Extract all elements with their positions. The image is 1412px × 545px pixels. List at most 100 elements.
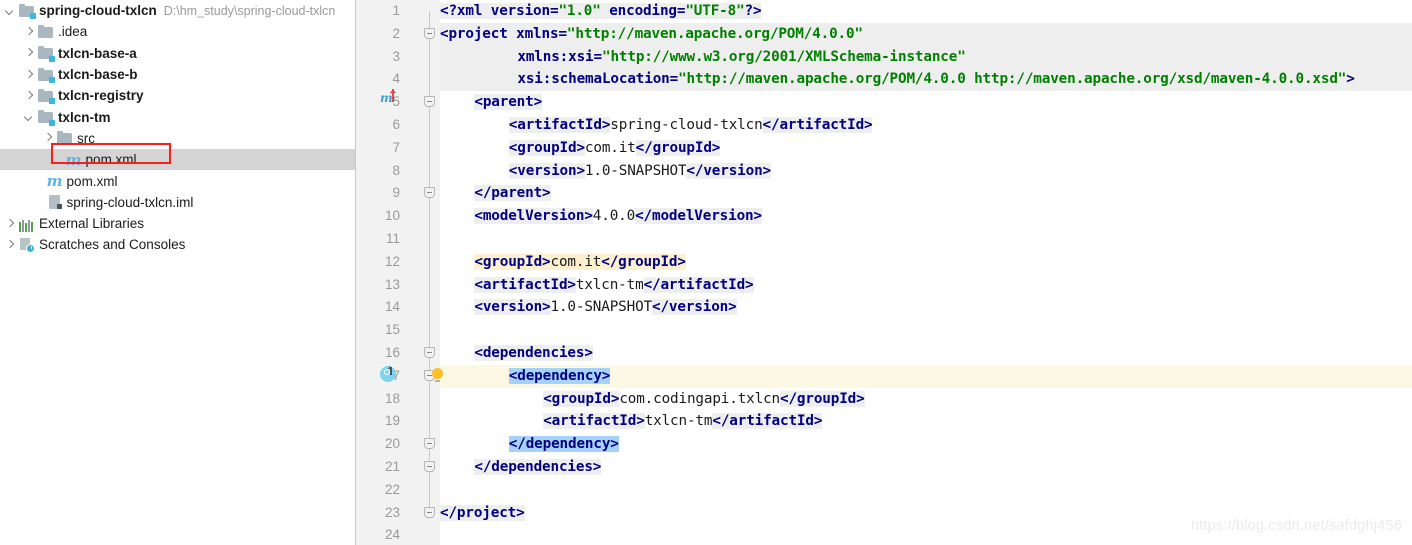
line-number: 15 (384, 322, 400, 338)
expand-arrow-icon[interactable] (4, 238, 17, 251)
xml-code-editor[interactable]: 123456789101112131415161718192021222324 … (356, 0, 1412, 545)
code-line-13[interactable]: <artifactId>txlcn-tm</artifactId> (440, 274, 1412, 297)
expand-arrow-icon[interactable] (23, 89, 36, 102)
intention-bulb-icon[interactable] (432, 368, 443, 382)
fold-marker-line-5[interactable] (424, 96, 435, 108)
project-tree[interactable]: spring-cloud-txlcn D:\hm_study\spring-clo… (0, 0, 355, 256)
code-line-2[interactable]: <project xmlns="http://maven.apache.org/… (440, 23, 1412, 46)
line-number: 12 (384, 253, 400, 269)
maven-parent-icon[interactable]: m (380, 89, 395, 105)
collapse-arrow-icon[interactable] (23, 111, 36, 124)
expand-arrow-icon[interactable] (23, 25, 36, 38)
code-line-7[interactable]: <groupId>com.it</groupId> (440, 137, 1412, 160)
space (482, 3, 491, 19)
code-line-8[interactable]: <version>1.0-SNAPSHOT</version> (440, 160, 1412, 183)
xml-text-content: 4.0.0 (592, 208, 636, 225)
code-line-3[interactable]: xmlns:xsi="http://www.w3.org/2001/XMLSch… (440, 46, 1412, 69)
no-arrow-spacer (32, 196, 45, 209)
code-line-19[interactable]: <artifactId>txlcn-tm</artifactId> (440, 410, 1412, 433)
code-line-14[interactable]: <version>1.0-SNAPSHOT</version> (440, 296, 1412, 319)
xml-attr-version: version (490, 3, 550, 19)
xml-close-tag: </version> (686, 162, 771, 179)
xml-attr-encoding: encoding (609, 3, 677, 19)
tree-item-txlcn-registry[interactable]: txlcn-registry (0, 85, 355, 106)
tree-item-pom-xml[interactable]: m pom.xml (0, 149, 355, 171)
xml-open-tag: <groupId> (474, 253, 551, 270)
tree-item-label: spring-cloud-txlcn (39, 3, 157, 19)
fold-marker-line-23[interactable] (424, 506, 435, 518)
code-line-5[interactable]: <parent> (440, 91, 1412, 114)
scratches-icon (19, 237, 35, 253)
xml-attr-xmlns-value: "http://maven.apache.org/POM/4.0.0" (566, 25, 863, 42)
xml-attr-version-value: "1.0" (558, 3, 601, 19)
tree-item--idea[interactable]: .idea (0, 21, 355, 42)
tree-item-spring-cloud-txlcn-iml[interactable]: spring-cloud-txlcn.iml (0, 192, 355, 213)
xml-attr-encoding-value: "UTF-8" (685, 3, 745, 19)
line-number: 4 (392, 71, 400, 87)
code-line-20[interactable]: </dependency> (440, 433, 1412, 456)
tree-item-label: txlcn-base-a (58, 45, 137, 61)
xml-text-content: com.it (584, 139, 636, 156)
ide-window: spring-cloud-txlcn D:\hm_study\spring-clo… (0, 0, 1412, 545)
module-folder-icon (38, 45, 55, 62)
xml-open-tag: <version> (474, 299, 551, 316)
xml-close-tag: </version> (652, 299, 737, 316)
xml-open-tag: <version> (508, 162, 585, 179)
tree-item-scratches-and-consoles[interactable]: Scratches and Consoles (0, 234, 355, 255)
tree-item-src[interactable]: src (0, 128, 355, 149)
xml-text-content: com.codingapi.txlcn (619, 390, 781, 407)
xml-close-tag: </groupId> (635, 139, 721, 156)
code-line-15[interactable] (440, 319, 1412, 342)
code-line-11[interactable] (440, 228, 1412, 251)
code-line-22[interactable] (440, 479, 1412, 502)
fold-marker-line-20[interactable] (424, 438, 435, 450)
fold-marker-line-2[interactable] (424, 27, 435, 39)
expand-arrow-icon[interactable] (4, 217, 17, 230)
tree-item-label: txlcn-tm (58, 109, 111, 125)
code-line-17[interactable]: <dependency> (440, 365, 1412, 388)
override-marker-icon[interactable] (380, 366, 396, 382)
tree-item-external-libraries[interactable]: External Libraries (0, 213, 355, 234)
tree-item-label: txlcn-registry (58, 88, 144, 104)
expand-arrow-icon[interactable] (42, 132, 55, 145)
code-line-4[interactable]: xsi:schemaLocation="http://maven.apache.… (440, 68, 1412, 91)
line-number: 16 (384, 345, 400, 360)
code-line-21[interactable]: </dependencies> (440, 456, 1412, 479)
code-line-12[interactable]: <groupId>com.it</groupId> (440, 251, 1412, 274)
expand-arrow-icon[interactable] (23, 68, 36, 81)
code-content[interactable]: <?xml version="1.0" encoding="UTF-8"?> <p… (440, 0, 1412, 545)
xml-project-close-tag: </project> (440, 504, 525, 521)
xml-attr-xmlns-xsi-value: "http://www.w3.org/2001/XMLSchema-instan… (601, 48, 966, 65)
fold-marker-line-21[interactable] (424, 461, 435, 472)
xml-close-tag: </groupId> (780, 390, 865, 407)
watermark-text: https://blog.csdn.net/safdghj456 (1190, 518, 1402, 534)
code-line-6[interactable]: <artifactId>spring-cloud-txlcn</artifact… (440, 114, 1412, 137)
xml-close-tag: </modelVersion> (635, 208, 762, 225)
code-line-10[interactable]: <modelVersion>4.0.0</modelVersion> (440, 205, 1412, 228)
maven-file-icon: m (46, 172, 63, 191)
xml-text-content: 1.0-SNAPSHOT (550, 299, 653, 316)
xml-open-tag: <artifactId> (508, 117, 611, 133)
tree-item-pom-xml[interactable]: m pom.xml (0, 170, 355, 191)
fold-marker-line-16[interactable] (424, 347, 435, 358)
project-tool-window[interactable]: spring-cloud-txlcn D:\hm_study\spring-clo… (0, 0, 356, 545)
tree-item-txlcn-base-b[interactable]: txlcn-base-b (0, 64, 355, 85)
collapse-arrow-icon[interactable] (4, 4, 17, 17)
code-line-16[interactable]: <dependencies> (440, 342, 1412, 365)
folder-icon (38, 24, 54, 40)
line-number: 3 (392, 48, 400, 64)
code-line-1[interactable]: <?xml version="1.0" encoding="UTF-8"?> (440, 0, 1412, 23)
line-number: 20 (384, 436, 400, 452)
tree-item-spring-cloud-txlcn[interactable]: spring-cloud-txlcn D:\hm_study\spring-clo… (0, 0, 355, 21)
tree-item-label: src (77, 130, 95, 146)
xml-dependency-close-tag: </dependency> (508, 436, 619, 453)
xml-text-content: txlcn-tm (575, 276, 644, 293)
xml-open-tag: <groupId> (508, 139, 585, 156)
fold-marker-line-9[interactable] (424, 187, 435, 199)
tree-item-txlcn-tm[interactable]: txlcn-tm (0, 106, 355, 127)
code-line-18[interactable]: <groupId>com.codingapi.txlcn</groupId> (440, 388, 1412, 411)
expand-arrow-icon[interactable] (23, 47, 36, 60)
code-line-9[interactable]: </parent> (440, 182, 1412, 205)
xml-dependencies-open-tag: <dependencies> (474, 345, 593, 361)
tree-item-txlcn-base-a[interactable]: txlcn-base-a (0, 43, 355, 64)
